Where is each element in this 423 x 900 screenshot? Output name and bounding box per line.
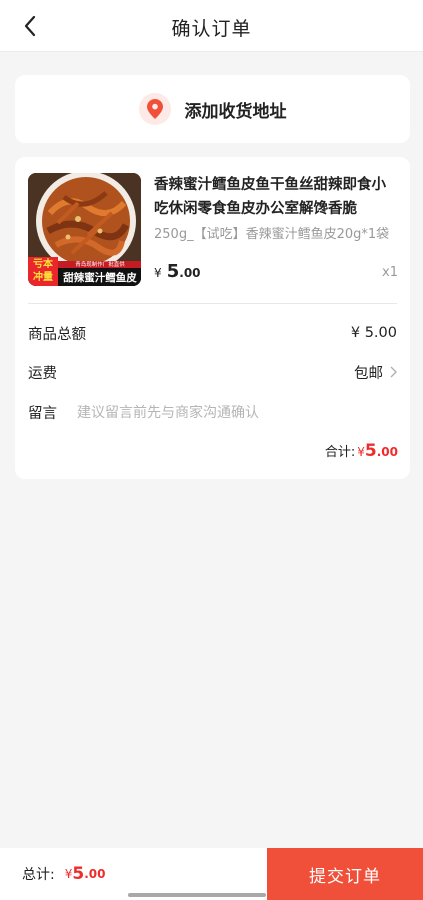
subtotal-label: 合计: xyxy=(324,445,356,460)
shipping-value: 包邮 xyxy=(354,365,383,382)
product-quantity: x1 xyxy=(382,265,398,280)
bottom-total-int: 5 xyxy=(72,864,85,884)
goods-total-value: ¥ 5.00 xyxy=(350,325,397,341)
chevron-right-icon xyxy=(389,366,397,378)
page-title: 确认订单 xyxy=(171,18,252,40)
product-spec: 250g_【试吃】香辣蜜汁鳕鱼皮20g*1袋 xyxy=(154,227,390,242)
message-input[interactable]: 建议留言前先与商家沟通确认 xyxy=(77,402,259,422)
product-price-dec: .00 xyxy=(179,266,201,280)
product-image-badge: 亏本 冲量 xyxy=(33,259,53,283)
divider xyxy=(28,303,397,304)
message-label: 留言 xyxy=(28,405,57,422)
goods-total-label: 商品总额 xyxy=(28,326,86,343)
subtotal-symbol: ¥ xyxy=(357,445,365,459)
product-price: ¥ 5.00 xyxy=(154,261,201,282)
subtotal-dec: .00 xyxy=(376,445,398,459)
subtotal-int: 5 xyxy=(364,441,377,461)
shipping-label: 运费 xyxy=(28,365,57,382)
bottom-total-dec: .00 xyxy=(84,867,106,881)
product-title[interactable]: 香辣蜜汁鳕鱼皮鱼干鱼丝甜辣即食小吃休闲零食鱼皮办公室解馋香脆 xyxy=(154,173,399,221)
shipping-row[interactable]: 运费 包邮 xyxy=(28,360,397,384)
product-image[interactable]: 亏本 冲量 青岛现制作厂批直供 甜辣蜜汁鳕鱼皮 xyxy=(28,173,141,286)
top-nav-bar: 确认订单 xyxy=(0,0,423,52)
product-price-int: 5 xyxy=(166,261,180,282)
home-indicator xyxy=(128,893,266,897)
location-pin-icon xyxy=(138,93,171,125)
product-image-banner-main: 甜辣蜜汁鳕鱼皮 xyxy=(63,272,137,284)
bottom-total: 总计: ¥ 5.00 xyxy=(22,848,105,900)
submit-order-button[interactable]: 提交订单 xyxy=(267,848,423,900)
add-address-label: 添加收货地址 xyxy=(184,101,287,122)
bottom-total-symbol: ¥ xyxy=(64,867,73,881)
bottom-total-label: 总计: xyxy=(22,867,55,883)
order-card: 亏本 冲量 青岛现制作厂批直供 甜辣蜜汁鳕鱼皮 香辣蜜汁鳕鱼皮鱼干鱼丝甜辣即食小… xyxy=(15,157,410,479)
message-row: 留言 建议留言前先与商家沟通确认 xyxy=(28,400,397,424)
subtotal: 合计: ¥ 5.00 xyxy=(325,441,398,461)
goods-total-row: 商品总额 ¥ 5.00 xyxy=(28,321,397,345)
product-price-symbol: ¥ xyxy=(154,266,162,280)
add-address-button[interactable]: 添加收货地址 xyxy=(15,75,410,143)
product-image-banner-small: 青岛现制作厂批直供 xyxy=(75,262,125,268)
